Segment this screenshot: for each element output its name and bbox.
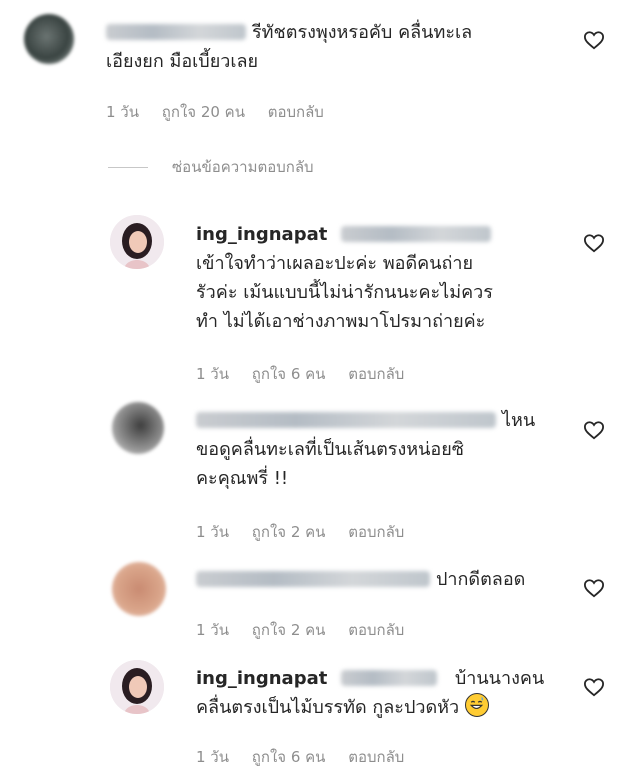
comment-text: ing_ingnapat บ้านนางคน คลื่นตรงเป็นไม้บร… <box>196 668 545 718</box>
heart-icon[interactable] <box>583 420 605 440</box>
comment-meta: 1 วัน ถูกใจ 2 คน ตอบกลับ <box>196 618 422 642</box>
hide-replies-button[interactable]: ซ่อนข้อความตอบกลับ <box>108 155 314 179</box>
comment-text: ing_ingnapat เข้าใจทำว่าเผลอะปะค่ะ พอดีค… <box>196 224 493 332</box>
heart-icon[interactable] <box>583 578 605 598</box>
redacted-username <box>196 571 430 587</box>
redacted-username <box>196 412 496 428</box>
comment-meta: 1 วัน ถูกใจ 2 คน ตอบกลับ <box>196 520 422 544</box>
timestamp: 1 วัน <box>106 103 139 121</box>
redacted-username <box>106 24 246 40</box>
heart-icon[interactable] <box>583 233 605 253</box>
reply-button[interactable]: ตอบกลับ <box>348 523 404 541</box>
divider-line <box>108 167 148 168</box>
comment-meta: 1 วัน ถูกใจ 20 คน ตอบกลับ <box>106 100 342 124</box>
timestamp: 1 วัน <box>196 365 229 383</box>
username-link[interactable]: ing_ingnapat <box>196 224 327 245</box>
avatar[interactable] <box>112 402 164 454</box>
likes-count[interactable]: ถูกใจ 20 คน <box>162 103 245 121</box>
profile-photo <box>110 660 164 714</box>
reply-button[interactable]: ตอบกลับ <box>348 365 404 383</box>
grinning-sweat-emoji-icon <box>464 693 489 717</box>
comment-text: ไหน ขอดูคลื่นทะเลที่เป็นเส้นตรงหน่อยซิ ค… <box>196 410 536 489</box>
heart-icon[interactable] <box>583 677 605 697</box>
reply-button[interactable]: ตอบกลับ <box>348 748 404 766</box>
avatar[interactable] <box>24 14 74 64</box>
reply-button[interactable]: ตอบกลับ <box>268 103 324 121</box>
avatar[interactable] <box>110 215 164 269</box>
likes-count[interactable]: ถูกใจ 6 คน <box>252 748 326 766</box>
avatar[interactable] <box>110 660 164 714</box>
comment-meta: 1 วัน ถูกใจ 6 คน ตอบกลับ <box>196 745 422 769</box>
timestamp: 1 วัน <box>196 621 229 639</box>
heart-icon[interactable] <box>583 30 605 50</box>
likes-count[interactable]: ถูกใจ 2 คน <box>252 621 326 639</box>
reply-button[interactable]: ตอบกลับ <box>348 621 404 639</box>
redacted-username <box>341 226 492 242</box>
comment-text: ปากดีตลอด <box>196 565 576 594</box>
likes-count[interactable]: ถูกใจ 6 คน <box>252 365 326 383</box>
timestamp: 1 วัน <box>196 748 229 766</box>
comment-text: รีทัชตรงพุงหรอคับ คลื่นทะเล เอียงยก มือเ… <box>106 22 473 72</box>
avatar[interactable] <box>112 562 166 616</box>
likes-count[interactable]: ถูกใจ 2 คน <box>252 523 326 541</box>
comment-meta: 1 วัน ถูกใจ 6 คน ตอบกลับ <box>196 362 422 386</box>
username-link[interactable]: ing_ingnapat <box>196 668 327 689</box>
timestamp: 1 วัน <box>196 523 229 541</box>
redacted-username <box>341 670 438 686</box>
profile-photo <box>110 215 164 269</box>
